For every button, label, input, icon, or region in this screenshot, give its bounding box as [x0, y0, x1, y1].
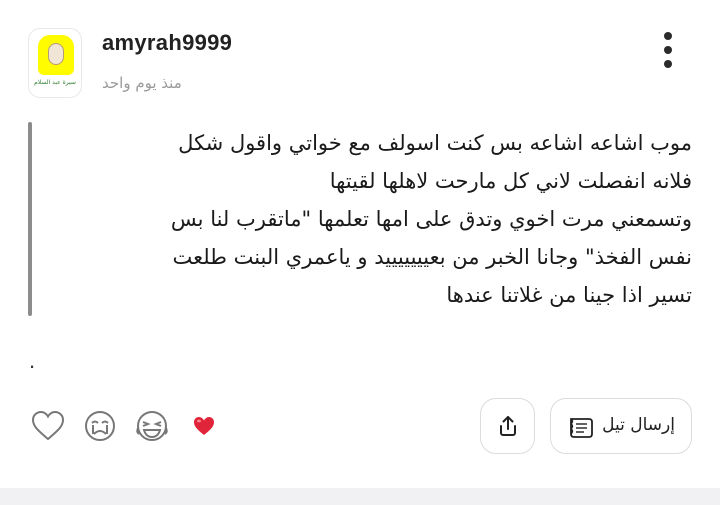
crying-reaction-button[interactable] [82, 408, 118, 444]
more-options-icon [664, 32, 672, 40]
more-options-button[interactable] [652, 28, 684, 72]
post-line: تسير اذا جينا من غلاتنا عندها [446, 283, 692, 307]
share-button[interactable] [480, 398, 535, 454]
more-dot [664, 60, 672, 68]
post-line: وتسمعني مرت اخوي وتدق على امها تعلمها "م… [170, 207, 692, 231]
username[interactable]: amyrah9999 [102, 30, 232, 56]
avatar[interactable]: سيرة عبد السلام [28, 28, 82, 98]
avatar-caption: سيرة عبد السلام [34, 79, 76, 86]
post-line: موب اشاعه اشاعه بس كنت اسولف مع خواتي وا… [178, 131, 692, 155]
post-line: نفس الفخذ" وجانا الخبر من بعيييييييد و ي… [172, 245, 692, 269]
red-heart-icon [194, 417, 214, 435]
profile-photo [48, 43, 64, 65]
post-line: فلانه انفصلت لاني كل مارحت لاهلها لقيتها [329, 169, 692, 193]
trailing-text: . [29, 348, 36, 373]
send-tale-label: إرسال تيل [602, 415, 675, 435]
bottom-separator [0, 488, 720, 505]
send-tale-button[interactable]: إرسال تيل [550, 398, 692, 454]
post-body: موب اشاعه اشاعه بس كنت اسولف مع خواتي وا… [44, 124, 692, 314]
crying-face-icon [85, 411, 115, 441]
more-dot [664, 46, 672, 54]
paper-scroll-icon [569, 418, 593, 438]
laughing-reaction-button[interactable] [134, 408, 170, 444]
quote-bar [28, 122, 32, 316]
love-reaction-button[interactable] [186, 408, 222, 444]
like-button[interactable] [30, 408, 66, 444]
post-timestamp: منذ يوم واحد [102, 74, 182, 92]
share-icon [500, 416, 516, 436]
heart-outline-icon [31, 410, 65, 441]
laughing-face-icon [136, 411, 168, 441]
